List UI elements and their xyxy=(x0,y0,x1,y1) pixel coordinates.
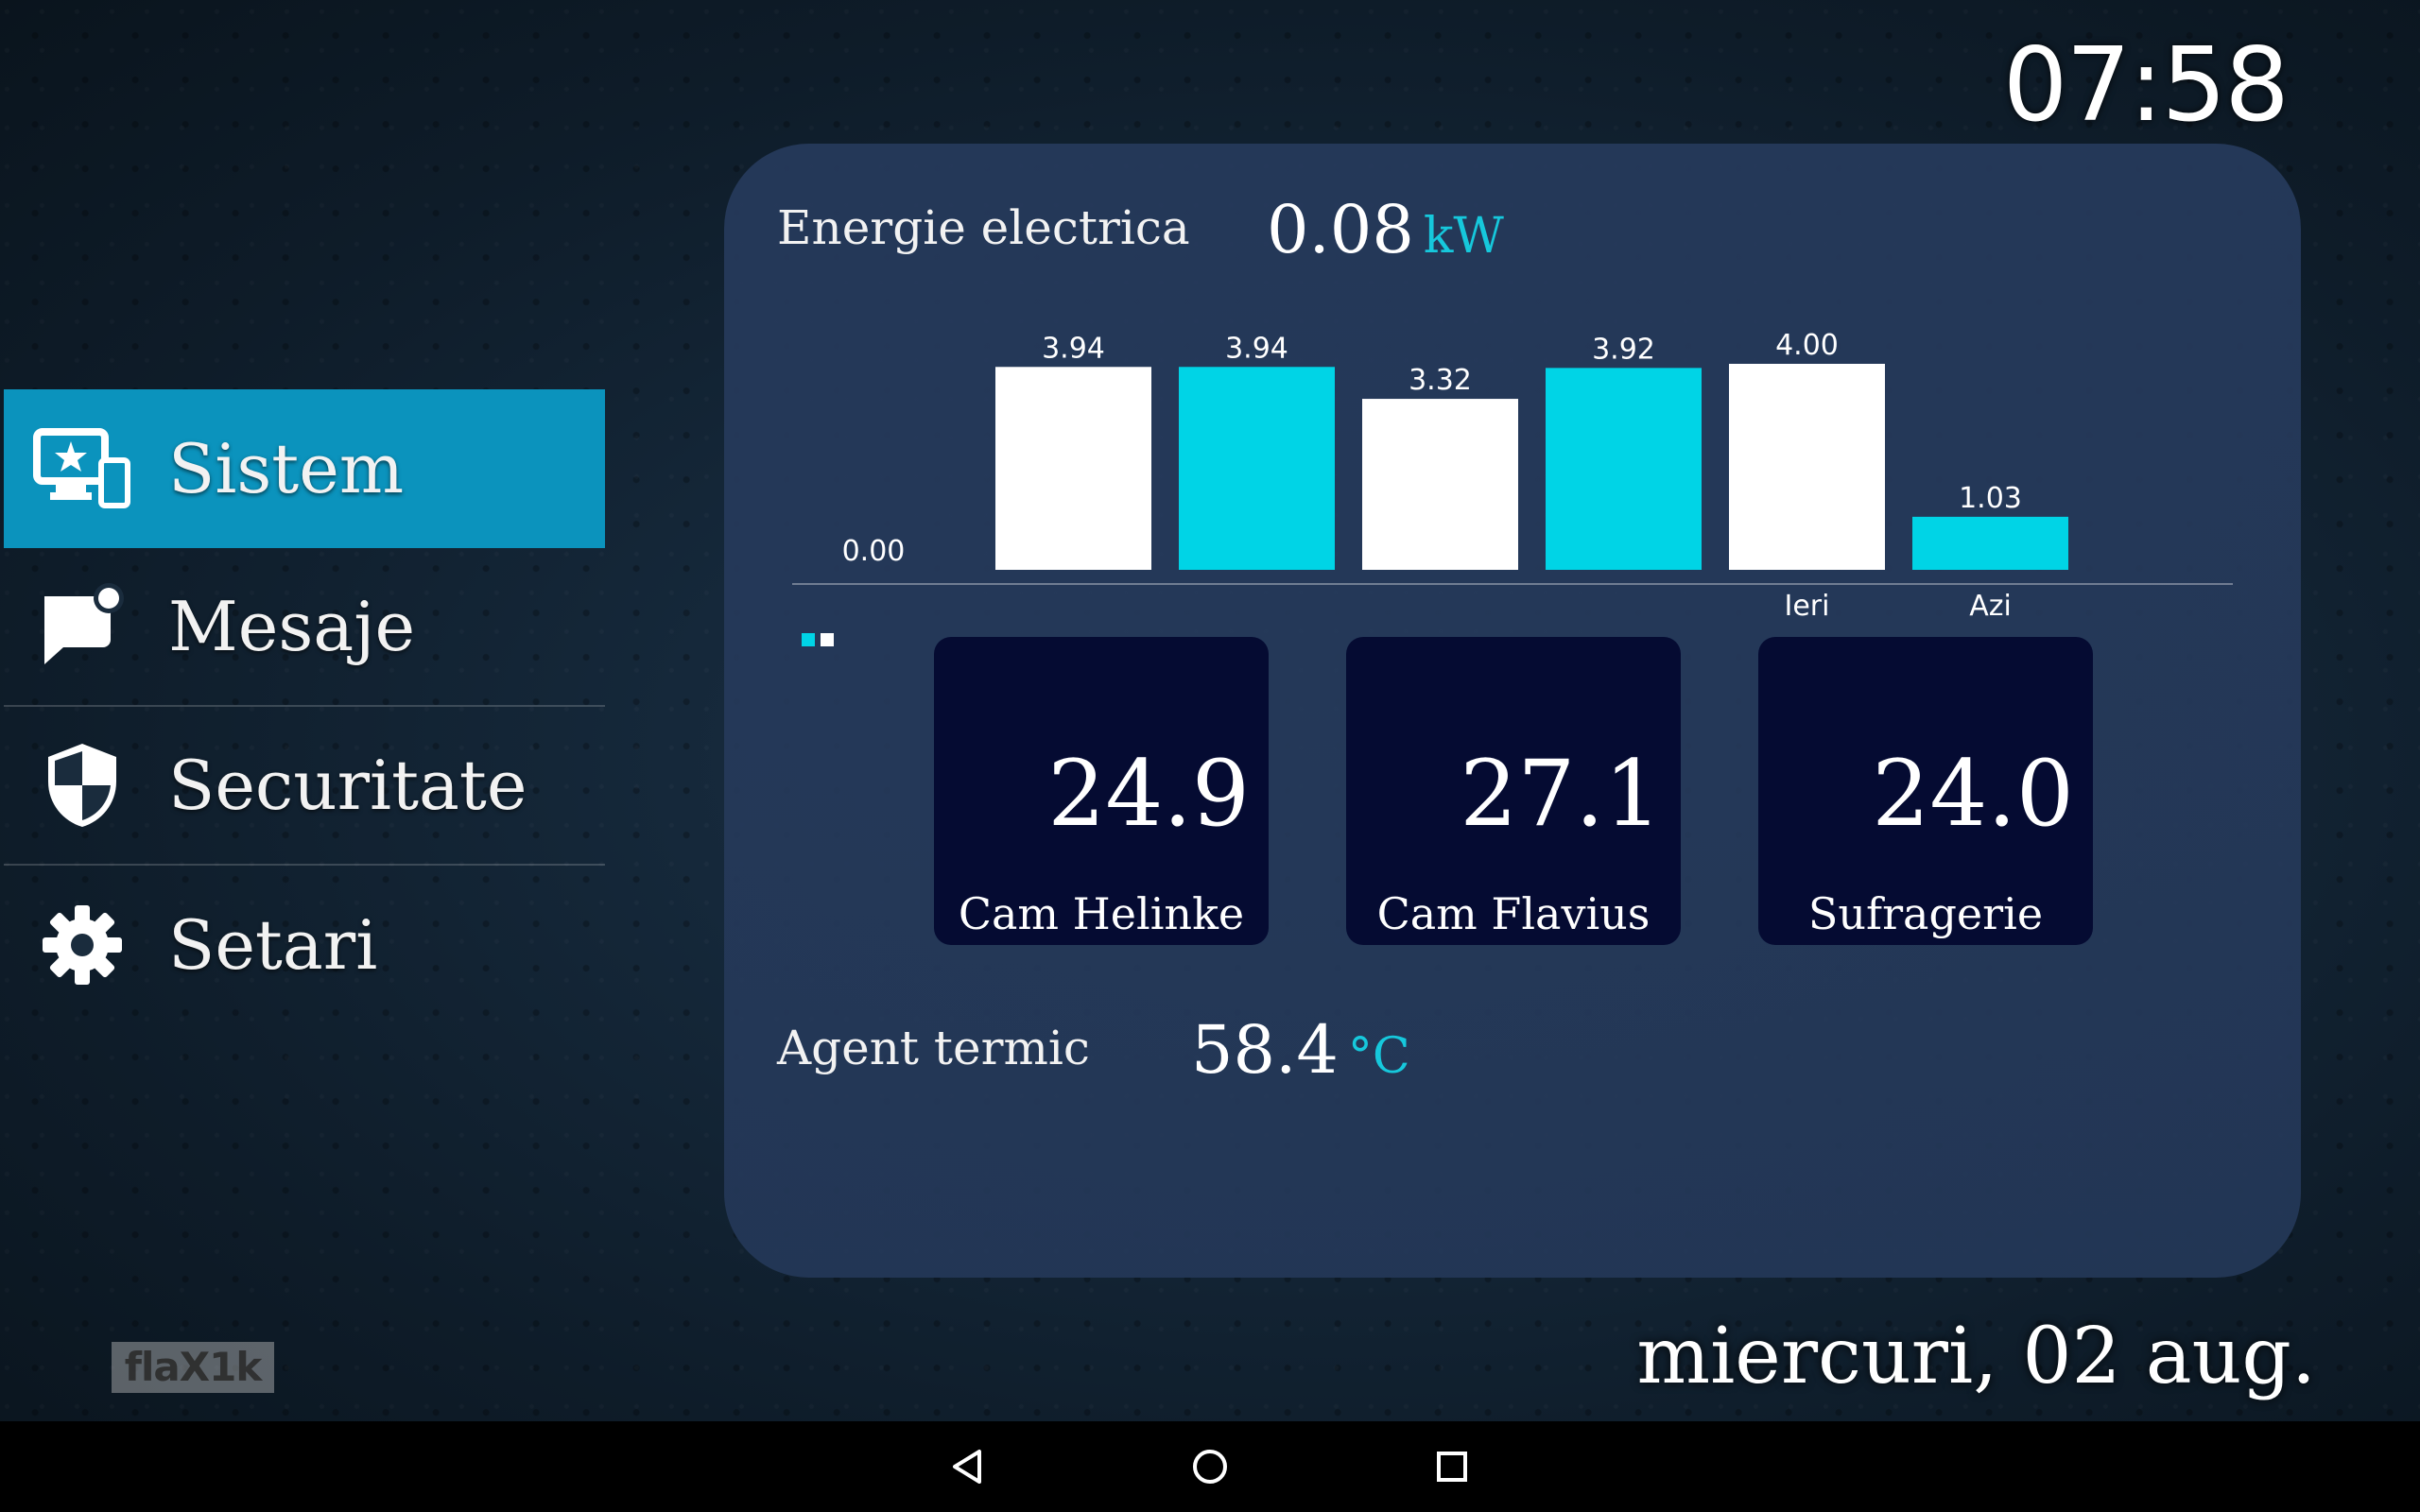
sidebar-item-mesaje[interactable]: Mesaje xyxy=(4,548,605,707)
recents-icon[interactable] xyxy=(1424,1438,1480,1495)
chart-category-label: Azi xyxy=(1969,590,2012,623)
chart-category-label: Ieri xyxy=(1785,590,1830,623)
chart-bar xyxy=(1546,368,1702,570)
date: miercuri, 02 aug. xyxy=(1636,1312,2316,1401)
chart-value-label: 3.94 xyxy=(1042,332,1105,365)
chart-value-label: 3.94 xyxy=(1225,332,1288,365)
chart-value-label: 4.00 xyxy=(1775,329,1839,362)
chart-bar xyxy=(1912,516,2068,570)
clock: 07:58 xyxy=(2002,26,2290,145)
energy-bar-chart: 0.00 3.94 3.94 3.32 3.92 4.00 Ieri 1.03 Azi xyxy=(792,329,2233,623)
sidebar-menu: Sistem Mesaje Securitate Setari xyxy=(4,389,605,1024)
agent-value-number: 58.4 xyxy=(1191,1011,1339,1089)
room-name: Cam Flavius xyxy=(1376,888,1651,939)
room-temperature: 27.1 xyxy=(1460,741,1662,847)
chart-bar xyxy=(1362,399,1518,570)
message-notification-icon xyxy=(30,575,134,679)
legend-swatch-white xyxy=(821,633,834,646)
gear-icon xyxy=(30,893,134,997)
chart-value-label: 3.92 xyxy=(1592,333,1655,366)
sidebar-item-securitate[interactable]: Securitate xyxy=(4,707,605,866)
agent-termic-label: Agent termic xyxy=(777,1021,1090,1075)
room-name: Cam Helinke xyxy=(958,888,1245,939)
screen: 07:58 Sistem Mesaje Securitate Setari fl… xyxy=(0,0,2420,1512)
chart-bar xyxy=(1179,367,1335,570)
chart-legend xyxy=(802,633,834,646)
back-icon[interactable] xyxy=(940,1438,996,1495)
sidebar-item-label: Securitate xyxy=(168,746,527,825)
sidebar-item-label: Mesaje xyxy=(168,587,416,666)
room-name: Sufragerie xyxy=(1807,888,2044,939)
chart-bar xyxy=(995,367,1151,570)
sidebar-item-sistem[interactable]: Sistem xyxy=(4,389,605,548)
chart-value-label: 3.32 xyxy=(1409,364,1472,397)
chart-value-label: 1.03 xyxy=(1959,482,2022,515)
agent-termic-value: 58.4 °C xyxy=(1191,1011,1410,1089)
sidebar-item-label: Sistem xyxy=(168,429,405,508)
energy-panel: Energie electrica 0.08 kW 0.00 3.94 3.94 3.3… xyxy=(724,144,2301,1278)
navigation-bar xyxy=(0,1421,2420,1512)
watermark-logo: flaX1k xyxy=(112,1342,274,1393)
agent-unit: °C xyxy=(1347,1028,1410,1085)
devices-star-icon xyxy=(30,417,134,521)
sidebar-item-setari[interactable]: Setari xyxy=(4,866,605,1024)
chart-bar xyxy=(1729,364,1885,570)
room-temperature: 24.0 xyxy=(1872,741,2074,847)
chart-value-label: 0.00 xyxy=(842,535,906,568)
room-temperature: 24.9 xyxy=(1047,741,1250,847)
legend-swatch-cyan xyxy=(802,633,815,646)
room-tile-cam-flavius[interactable]: 27.1 Cam Flavius xyxy=(1346,637,1681,945)
room-tile-sufragerie[interactable]: 24.0 Sufragerie xyxy=(1758,637,2093,945)
home-icon[interactable] xyxy=(1182,1438,1238,1495)
shield-icon xyxy=(30,733,134,837)
sidebar-item-label: Setari xyxy=(168,905,378,985)
room-tile-cam-helinke[interactable]: 24.9 Cam Helinke xyxy=(934,637,1269,945)
